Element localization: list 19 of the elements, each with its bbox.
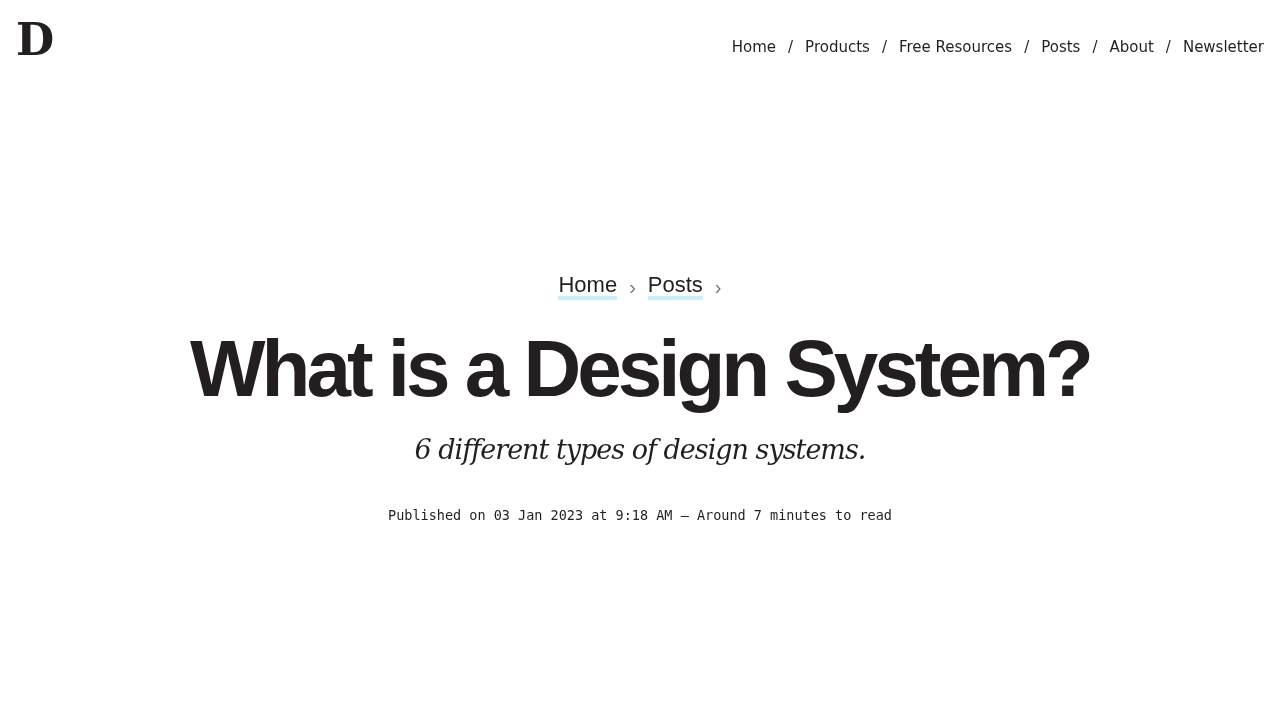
site-logo[interactable]: D	[16, 18, 55, 62]
page-title: What is a Design System?	[190, 324, 1090, 414]
nav-link[interactable]: Products	[805, 38, 870, 56]
breadcrumb-link[interactable]: Home	[558, 274, 618, 300]
breadcrumb-separator: ›	[714, 275, 722, 299]
nav-link[interactable]: Home	[731, 38, 777, 56]
nav-link[interactable]: Newsletter	[1182, 38, 1264, 56]
nav-link[interactable]: Free Resources	[898, 38, 1013, 56]
nav-link[interactable]: About	[1109, 38, 1154, 56]
nav-separator: /	[881, 38, 887, 56]
nav-separator: /	[788, 38, 794, 56]
nav-link[interactable]: Posts	[1041, 38, 1081, 56]
nav-separator: /	[1165, 38, 1171, 56]
breadcrumb-separator: ›	[629, 275, 636, 299]
nav-separator: /	[1092, 38, 1098, 56]
nav-separator: /	[1024, 38, 1030, 56]
publish-info: Published on 03 Jan 2023 at 9:18 AM — Around 7 minutes to read	[388, 507, 892, 523]
page-subtitle: 6 different types of design systems.	[414, 434, 866, 465]
breadcrumb-link[interactable]: Posts	[647, 274, 703, 300]
